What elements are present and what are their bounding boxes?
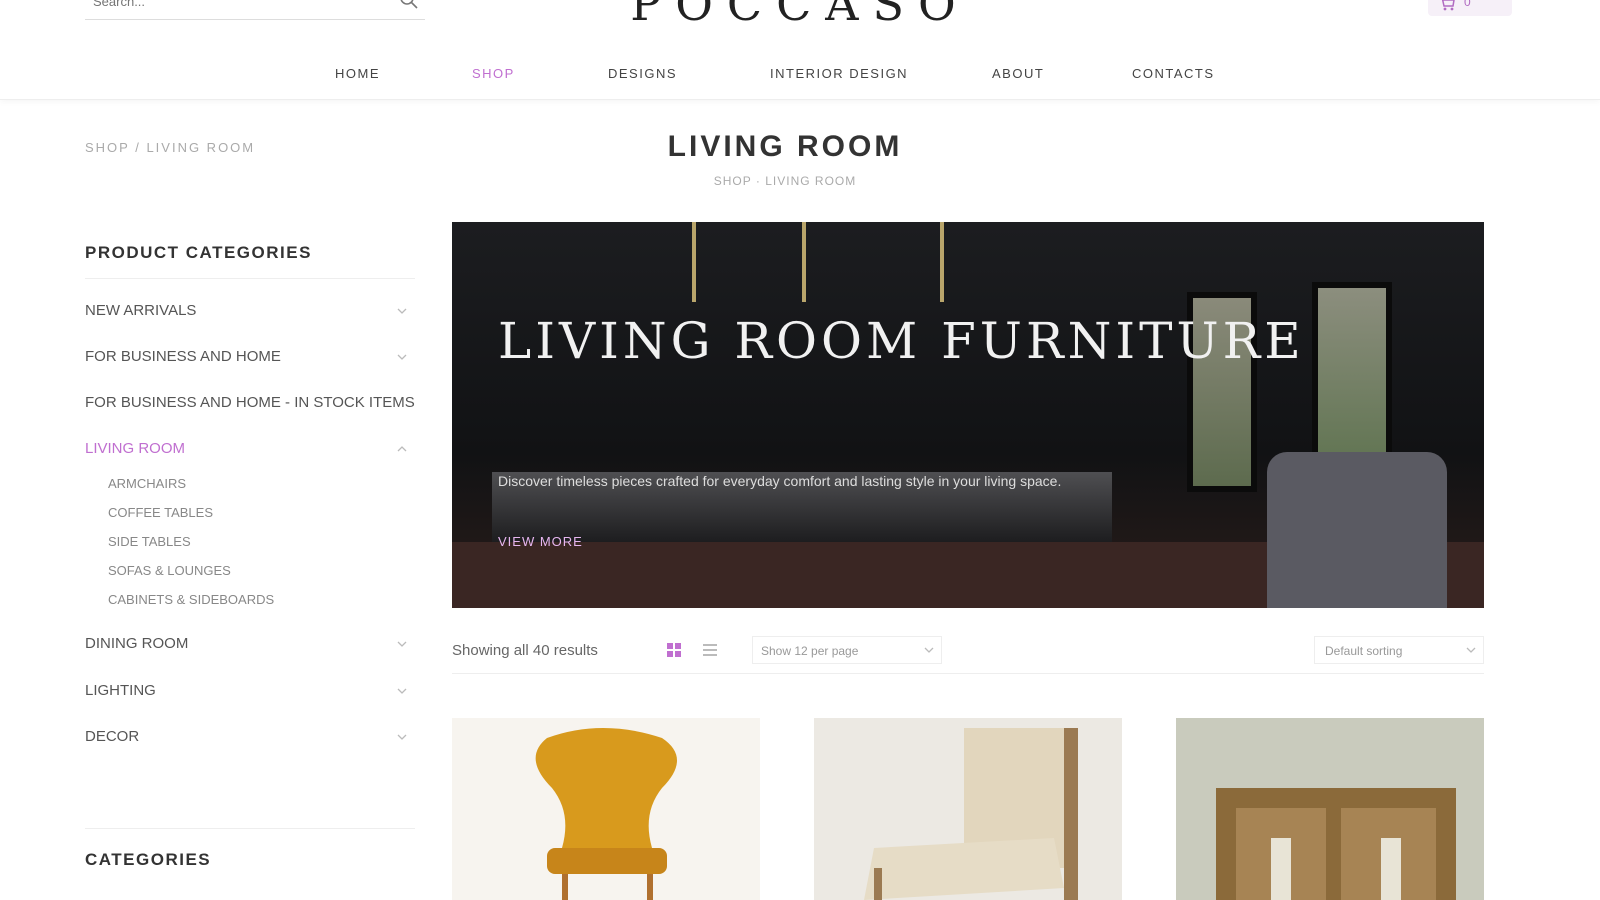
- nav-shop[interactable]: SHOP: [472, 66, 515, 81]
- hero-lamp: [940, 222, 944, 302]
- main-nav: HOME SHOP DESIGNS INTERIOR DESIGN ABOUT …: [330, 60, 1270, 90]
- sidebar-item-label: DINING ROOM: [85, 635, 189, 652]
- page-title: LIVING ROOM: [667, 130, 903, 163]
- sidebar-item-new-arrivals[interactable]: NEW ARRIVALS: [85, 300, 415, 324]
- hero-title: LIVING ROOM FURNITURE: [498, 312, 1305, 370]
- chevron-down-icon: [924, 647, 934, 653]
- per-page-select[interactable]: Show 12 per page: [752, 636, 942, 664]
- hero-link[interactable]: VIEW MORE: [498, 534, 583, 549]
- hero-text: Discover timeless pieces crafted for eve…: [498, 473, 1062, 489]
- site-header: POCCASO 0 HOME SHOP DESIGNS INTERIOR DES…: [0, 0, 1600, 100]
- sidebar-title-categories: CATEGORIES: [85, 850, 212, 869]
- breadcrumb[interactable]: SHOP / LIVING ROOM: [85, 140, 255, 155]
- sidebar-subitem-coffee-tables[interactable]: COFFEE TABLES: [108, 505, 213, 520]
- chevron-down-icon[interactable]: [395, 350, 409, 364]
- sidebar-item-decor[interactable]: DECOR: [85, 726, 415, 750]
- product-image[interactable]: [452, 718, 760, 900]
- chevron-down-icon[interactable]: [395, 637, 409, 651]
- sidebar-item-label: FOR BUSINESS AND HOME: [85, 348, 281, 365]
- nav-interior-design[interactable]: INTERIOR DESIGN: [770, 66, 908, 81]
- product-card[interactable]: [814, 718, 1122, 900]
- sidebar-item-label: LIGHTING: [85, 682, 156, 699]
- sidebar-subitem-sofas[interactable]: SOFAS & LOUNGES: [108, 563, 231, 578]
- sidebar-item-dining-room[interactable]: DINING ROOM: [85, 633, 415, 657]
- hero-lamp: [692, 222, 696, 302]
- nav-designs[interactable]: DESIGNS: [608, 66, 677, 81]
- sidebar-item-living-room[interactable]: LIVING ROOM: [85, 438, 415, 462]
- sidebar-item-label: FOR BUSINESS AND HOME - IN STOCK ITEMS: [85, 394, 415, 411]
- search-box[interactable]: [85, 0, 425, 20]
- sidebar-item-label: DECOR: [85, 728, 140, 745]
- sidebar-divider: [85, 828, 415, 829]
- logo[interactable]: POCCASO: [590, 0, 1010, 27]
- nav-contacts[interactable]: CONTACTS: [1132, 66, 1215, 81]
- chevron-down-icon: [1466, 647, 1476, 653]
- sidebar-item-label: LIVING ROOM: [85, 440, 186, 457]
- sort-value: Default sorting: [1325, 644, 1403, 658]
- hero-banner[interactable]: LIVING ROOM FURNITURE Discover timeless …: [452, 222, 1484, 608]
- cart-button[interactable]: 0: [1428, 0, 1512, 16]
- search-input[interactable]: [93, 0, 383, 12]
- nav-about[interactable]: ABOUT: [992, 66, 1044, 81]
- result-count: Showing all 40 results: [452, 642, 598, 659]
- sidebar-title: PRODUCT CATEGORIES: [85, 243, 312, 262]
- chevron-down-icon[interactable]: [395, 730, 409, 744]
- list-view-icon[interactable]: [702, 642, 718, 658]
- sidebar-subitem-cabinets[interactable]: CABINETS & SIDEBOARDS: [108, 592, 274, 607]
- hero-lamp: [802, 222, 806, 302]
- cart-count: 0: [1464, 0, 1471, 9]
- sort-select[interactable]: Default sorting: [1314, 636, 1484, 664]
- chevron-down-icon[interactable]: [395, 304, 409, 318]
- chevron-down-icon[interactable]: [395, 684, 409, 698]
- per-page-value: Show 12 per page: [761, 644, 859, 658]
- sidebar-item-business-home[interactable]: FOR BUSINESS AND HOME: [85, 346, 415, 370]
- chevron-up-icon[interactable]: [395, 442, 409, 456]
- sidebar-subitem-armchairs[interactable]: ARMCHAIRS: [108, 476, 186, 491]
- product-image[interactable]: [814, 718, 1122, 900]
- nav-home[interactable]: HOME: [335, 66, 380, 81]
- sidebar-item-business-home-in-stock[interactable]: FOR BUSINESS AND HOME - IN STOCK ITEMS: [85, 392, 415, 416]
- sidebar-divider: [85, 278, 415, 279]
- sidebar-item-lighting[interactable]: LIGHTING: [85, 680, 415, 704]
- grid-view-icon[interactable]: [666, 642, 682, 658]
- search-icon[interactable]: [399, 0, 419, 10]
- sidebar-item-label: NEW ARRIVALS: [85, 302, 197, 319]
- product-image[interactable]: [1176, 718, 1484, 900]
- shop-toolbar: Showing all 40 results Show 12 per page …: [452, 630, 1484, 674]
- page-subtitle: SHOP · LIVING ROOM: [713, 174, 857, 188]
- product-card[interactable]: [452, 718, 760, 900]
- sidebar-subitem-side-tables[interactable]: SIDE TABLES: [108, 534, 191, 549]
- product-card[interactable]: [1176, 718, 1484, 900]
- hero-armchair: [1267, 452, 1447, 608]
- cart-icon: [1441, 0, 1455, 11]
